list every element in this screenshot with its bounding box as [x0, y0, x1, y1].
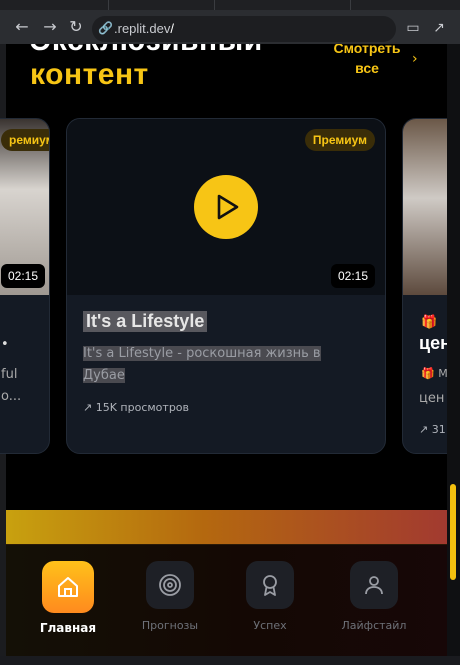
chevron-right-icon[interactable]: ›	[412, 51, 418, 67]
card-description: It's a Lifestyle - роскошная жизнь в Дуб…	[83, 346, 321, 383]
premium-badge: Премиум	[304, 129, 375, 151]
video-card-main[interactable]: Премиум 02:15 It's a Lifestyle It's a Li…	[66, 118, 386, 454]
card-desc-fragment: цен	[419, 391, 445, 406]
link-icon: 🔗	[98, 21, 113, 35]
tab-divider	[108, 0, 109, 10]
tab-divider	[350, 0, 351, 10]
card-title: It's a Lifestyle	[83, 311, 208, 332]
user-icon	[350, 561, 398, 609]
nav-label: Главная	[39, 621, 97, 635]
home-icon	[42, 561, 94, 613]
card-desc-fragment: ful	[1, 367, 18, 382]
see-all-link[interactable]: Смотреть все	[322, 44, 412, 78]
forward-icon[interactable]: →	[40, 17, 60, 37]
nav-label: Успех	[253, 619, 287, 632]
award-icon	[246, 561, 294, 609]
window-bottom-bar	[0, 656, 460, 665]
see-all-label-2: все	[355, 60, 379, 76]
cast-icon[interactable]: ▭	[404, 19, 422, 37]
tab-strip	[0, 0, 460, 10]
address-bar[interactable]: 🔗 .replit.dev/	[92, 16, 396, 42]
play-icon	[217, 194, 239, 220]
nav-label: Прогнозы	[141, 619, 199, 632]
gift-icon: 🎁	[421, 315, 438, 330]
play-button[interactable]	[194, 175, 258, 239]
browser-toolbar: ← → ↻ 🔗 .replit.dev/ ▭ ↗	[0, 0, 460, 44]
card-desc-fragment: o...	[1, 389, 22, 404]
target-icon	[146, 561, 194, 609]
card-desc-fragment: 🎁 M	[421, 367, 448, 380]
promo-banner[interactable]	[6, 510, 447, 544]
see-all-label-1: Смотреть	[333, 44, 401, 56]
duration-badge: 02:15	[330, 264, 375, 288]
url-text: .replit.dev/	[114, 21, 174, 36]
premium-badge: ремиум	[1, 129, 49, 151]
views-count: ↗ 31	[419, 423, 446, 436]
duration-badge: 02:15	[1, 264, 46, 288]
back-icon[interactable]: ←	[12, 17, 32, 37]
views-count: ↗ 15K просмотров	[83, 401, 190, 414]
section-title-line1: Эксклюзивный	[30, 44, 263, 58]
section-title-line2: контент	[30, 58, 149, 91]
card-bullet: •	[1, 337, 9, 352]
open-external-icon[interactable]: ↗	[430, 19, 448, 37]
nav-label: Лайфстайл	[341, 619, 407, 632]
video-card-left[interactable]: ремиум 02:15 • ful o...	[0, 118, 50, 454]
reload-icon[interactable]: ↻	[66, 17, 86, 37]
tab-divider	[214, 0, 215, 10]
bottom-navigation: Главная Прогнозы Успех Лайфстайл	[6, 544, 447, 656]
page-viewport: Эксклюзивный контент Смотреть все › реми…	[0, 44, 460, 665]
scrollbar-thumb[interactable]	[450, 484, 456, 580]
